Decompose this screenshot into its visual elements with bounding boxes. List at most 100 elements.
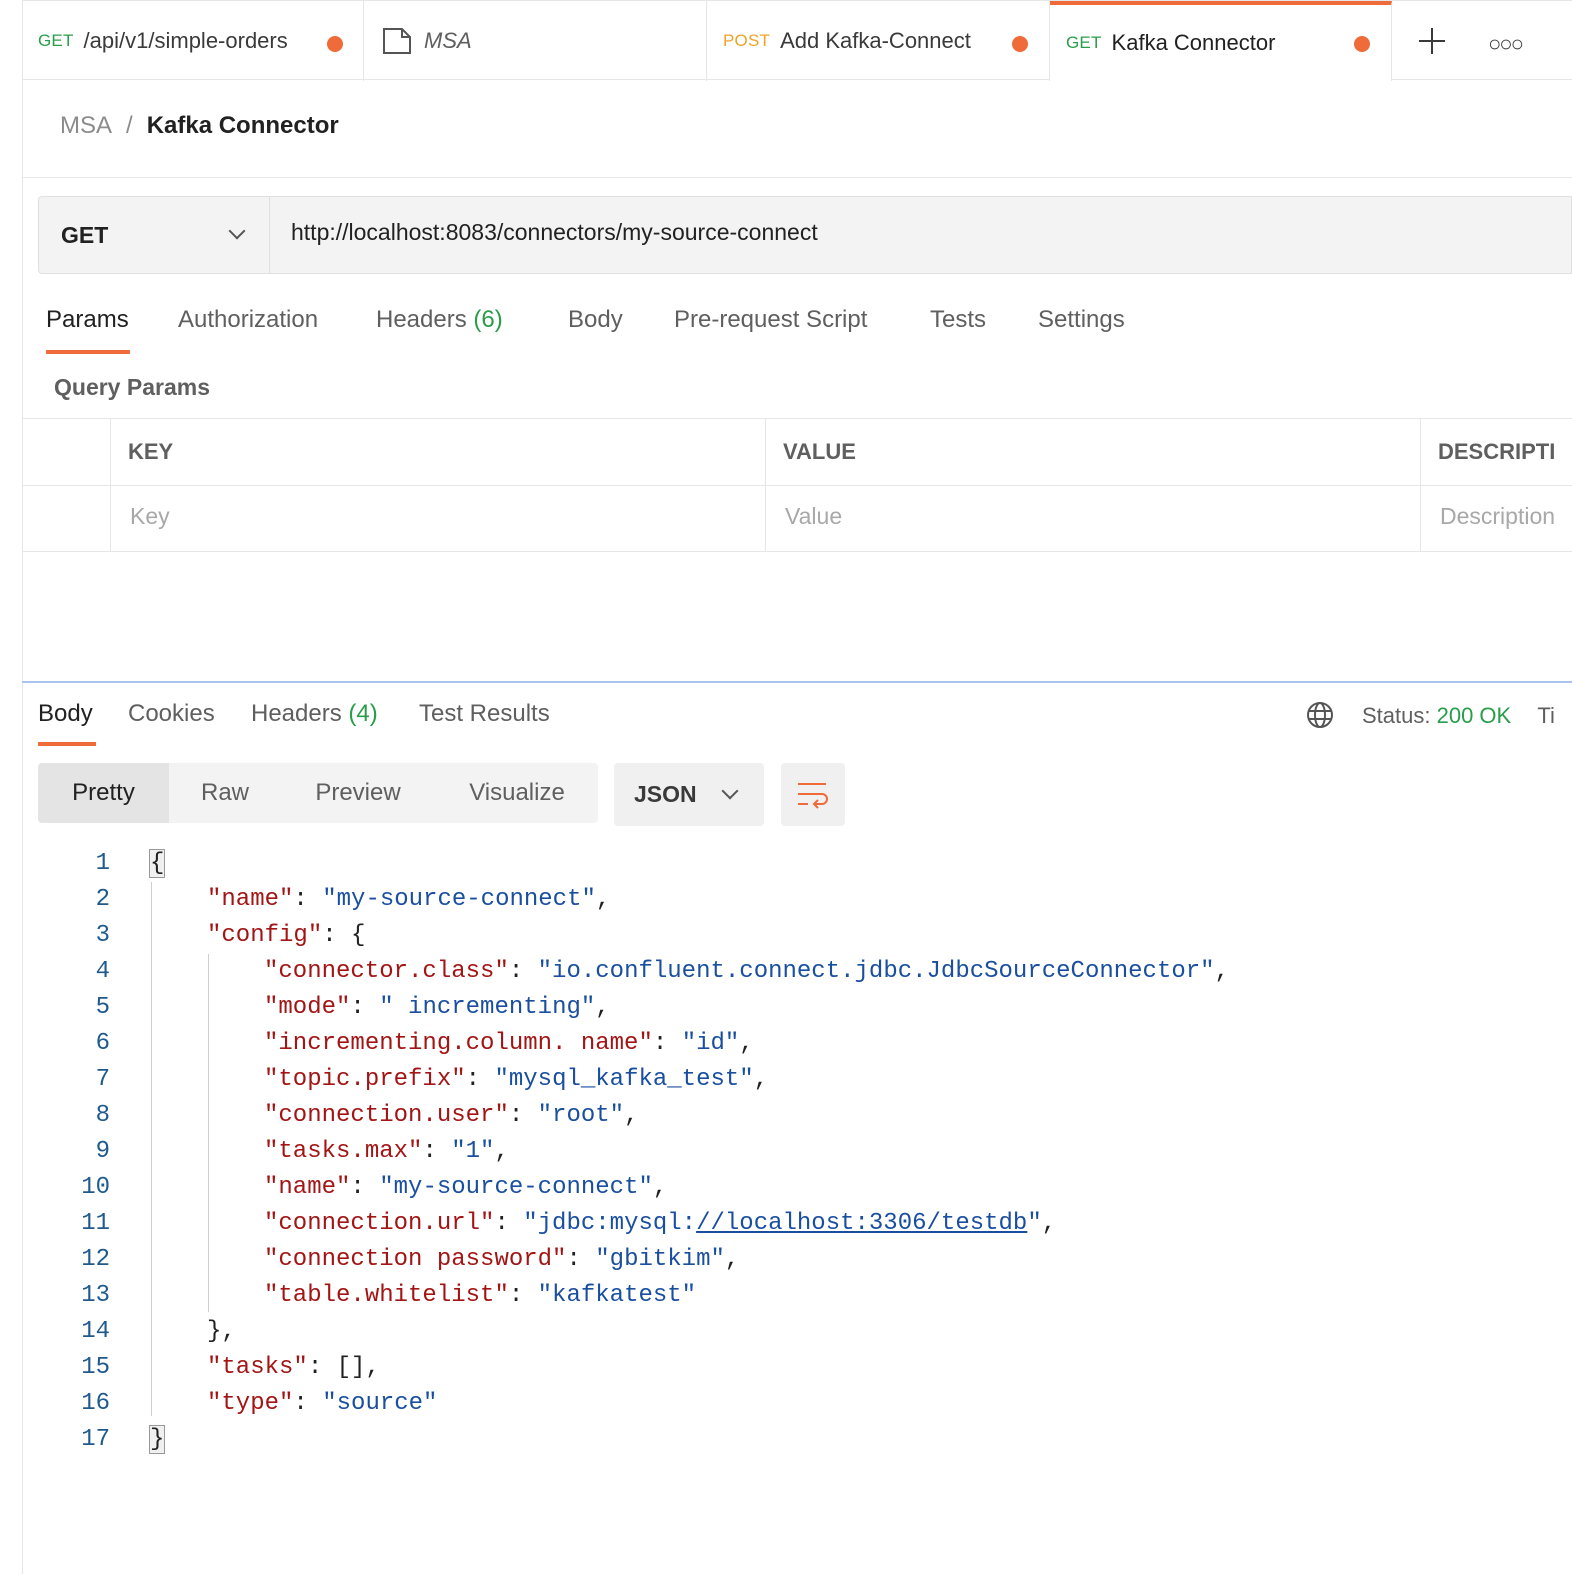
- indent-guide: [208, 954, 209, 1312]
- response-tab-test-results[interactable]: Test Results: [419, 700, 550, 728]
- response-headers-count: (4): [348, 700, 378, 727]
- globe-icon[interactable]: [1306, 701, 1334, 729]
- code-line: },: [207, 1318, 236, 1345]
- description-input[interactable]: Description: [1440, 503, 1555, 530]
- query-params-table: KEY VALUE DESCRIPTI Key Value Descriptio…: [22, 418, 1572, 552]
- tab-method: POST: [723, 31, 771, 50]
- code-line: "connector.class": "io.confluent.connect…: [264, 958, 1229, 985]
- time-label: Ti: [1537, 703, 1555, 728]
- chevron-down-icon: [228, 222, 246, 240]
- tab-kafka-connector[interactable]: GET Kafka Connector: [1050, 1, 1392, 81]
- url-input[interactable]: http://localhost:8083/connectors/my-sour…: [291, 219, 818, 246]
- line-number: 17: [81, 1426, 110, 1453]
- tab-add-kafka-connect[interactable]: POST Add Kafka-Connect: [707, 1, 1050, 81]
- line-number: 16: [81, 1390, 110, 1417]
- line-number: 10: [81, 1174, 110, 1201]
- tab-simple-orders[interactable]: GET /api/v1/simple-orders: [22, 1, 364, 81]
- line-number: 11: [81, 1210, 110, 1237]
- code-line: "connection password": "gbitkim",: [264, 1246, 740, 1273]
- line-number: 3: [95, 922, 110, 949]
- unsaved-dot-icon: [1354, 36, 1370, 52]
- line-number: 6: [95, 1030, 110, 1057]
- code-line: "connection.user": "root",: [264, 1102, 639, 1129]
- tab-headers-label: Headers: [376, 306, 467, 333]
- tab-settings[interactable]: Settings: [1038, 306, 1125, 334]
- indent-guide: [151, 882, 152, 1416]
- tab-authorization[interactable]: Authorization: [178, 306, 318, 334]
- format-visualize[interactable]: Visualize: [450, 763, 584, 823]
- status-label: Status:: [1362, 703, 1431, 728]
- response-status: Status: 200 OK Ti: [1362, 703, 1555, 729]
- divider: [22, 177, 1572, 178]
- line-number: 14: [81, 1318, 110, 1345]
- line-number: 15: [81, 1354, 110, 1381]
- line-number: 13: [81, 1282, 110, 1309]
- code-line: "name": "my-source-connect",: [264, 1174, 668, 1201]
- row-divider: [22, 485, 1572, 486]
- code-line: "mode": " incrementing",: [264, 994, 610, 1021]
- link-text[interactable]: //localhost:3306/testdb: [696, 1210, 1027, 1237]
- query-params-title: Query Params: [54, 374, 210, 400]
- code-line: "incrementing.column. name": "id",: [264, 1030, 754, 1057]
- tab-label: /api/v1/simple-orders: [83, 28, 288, 53]
- wrap-lines-button[interactable]: [781, 763, 845, 826]
- tab-msa[interactable]: MSA: [364, 1, 707, 81]
- status-value: 200 OK: [1436, 703, 1512, 728]
- code-line: "tasks": [],: [207, 1354, 380, 1381]
- wrap-lines-icon: [798, 783, 828, 809]
- method-select-value: GET: [61, 221, 109, 248]
- value-input[interactable]: Value: [785, 503, 842, 530]
- method-select[interactable]: GET: [39, 197, 270, 273]
- chevron-down-icon: [721, 782, 739, 800]
- code-line: "topic.prefix": "mysql_kafka_test",: [264, 1066, 769, 1093]
- code-line: "type": "source": [207, 1390, 438, 1417]
- tab-tests[interactable]: Tests: [930, 306, 986, 334]
- active-response-tab-indicator: [38, 742, 96, 746]
- response-tab-headers[interactable]: Headers (4): [251, 700, 378, 728]
- column-header-description: DESCRIPTI: [1438, 439, 1556, 464]
- code-line: "table.whitelist": "kafkatest": [264, 1282, 697, 1309]
- more-options-icon[interactable]: ○○○: [1488, 31, 1524, 57]
- tab-method: GET: [1066, 33, 1102, 52]
- tab-label: MSA: [424, 28, 472, 53]
- breadcrumb-parent[interactable]: MSA: [60, 112, 112, 140]
- format-raw[interactable]: Raw: [174, 763, 276, 823]
- code-line: "config": {: [207, 922, 366, 949]
- line-number: 1: [95, 850, 110, 877]
- format-pretty[interactable]: Pretty: [38, 763, 169, 823]
- active-tab-indicator: [46, 350, 130, 354]
- code-line: {: [148, 849, 166, 878]
- response-tab-body[interactable]: Body: [38, 700, 93, 728]
- line-number: 12: [81, 1246, 110, 1273]
- line-number: 9: [95, 1138, 110, 1165]
- line-number: 7: [95, 1066, 110, 1093]
- line-number: 4: [95, 958, 110, 985]
- tab-label: Kafka Connector: [1111, 30, 1276, 55]
- unsaved-dot-icon: [327, 36, 343, 52]
- key-input[interactable]: Key: [130, 503, 170, 530]
- code-line: "name": "my-source-connect",: [207, 886, 611, 913]
- code-line: }: [148, 1425, 166, 1454]
- format-toggle-group: Pretty Raw Preview Visualize: [38, 763, 598, 823]
- new-tab-plus-icon[interactable]: [1418, 27, 1446, 55]
- format-preview[interactable]: Preview: [296, 763, 420, 823]
- language-select[interactable]: JSON: [614, 763, 764, 826]
- tab-label: Add Kafka-Connect: [780, 28, 971, 53]
- pane-splitter[interactable]: [22, 681, 1572, 683]
- tab-params[interactable]: Params: [46, 306, 129, 334]
- tab-method: GET: [38, 31, 74, 50]
- collection-icon: [383, 28, 411, 54]
- tab-prerequest-script[interactable]: Pre-request Script: [674, 306, 867, 334]
- unsaved-dot-icon: [1012, 36, 1028, 52]
- request-url-bar: GET http://localhost:8083/connectors/my-…: [38, 196, 1572, 274]
- breadcrumb-current[interactable]: Kafka Connector: [147, 112, 339, 140]
- column-header-value: VALUE: [783, 439, 856, 464]
- column-header-key: KEY: [128, 439, 174, 464]
- tab-body[interactable]: Body: [568, 306, 623, 334]
- tab-headers[interactable]: Headers (6): [376, 306, 503, 334]
- line-number: 2: [95, 886, 110, 913]
- headers-count: (6): [473, 306, 503, 333]
- breadcrumb: MSA / Kafka Connector: [60, 112, 339, 140]
- response-headers-label: Headers: [251, 700, 342, 727]
- response-tab-cookies[interactable]: Cookies: [128, 700, 215, 728]
